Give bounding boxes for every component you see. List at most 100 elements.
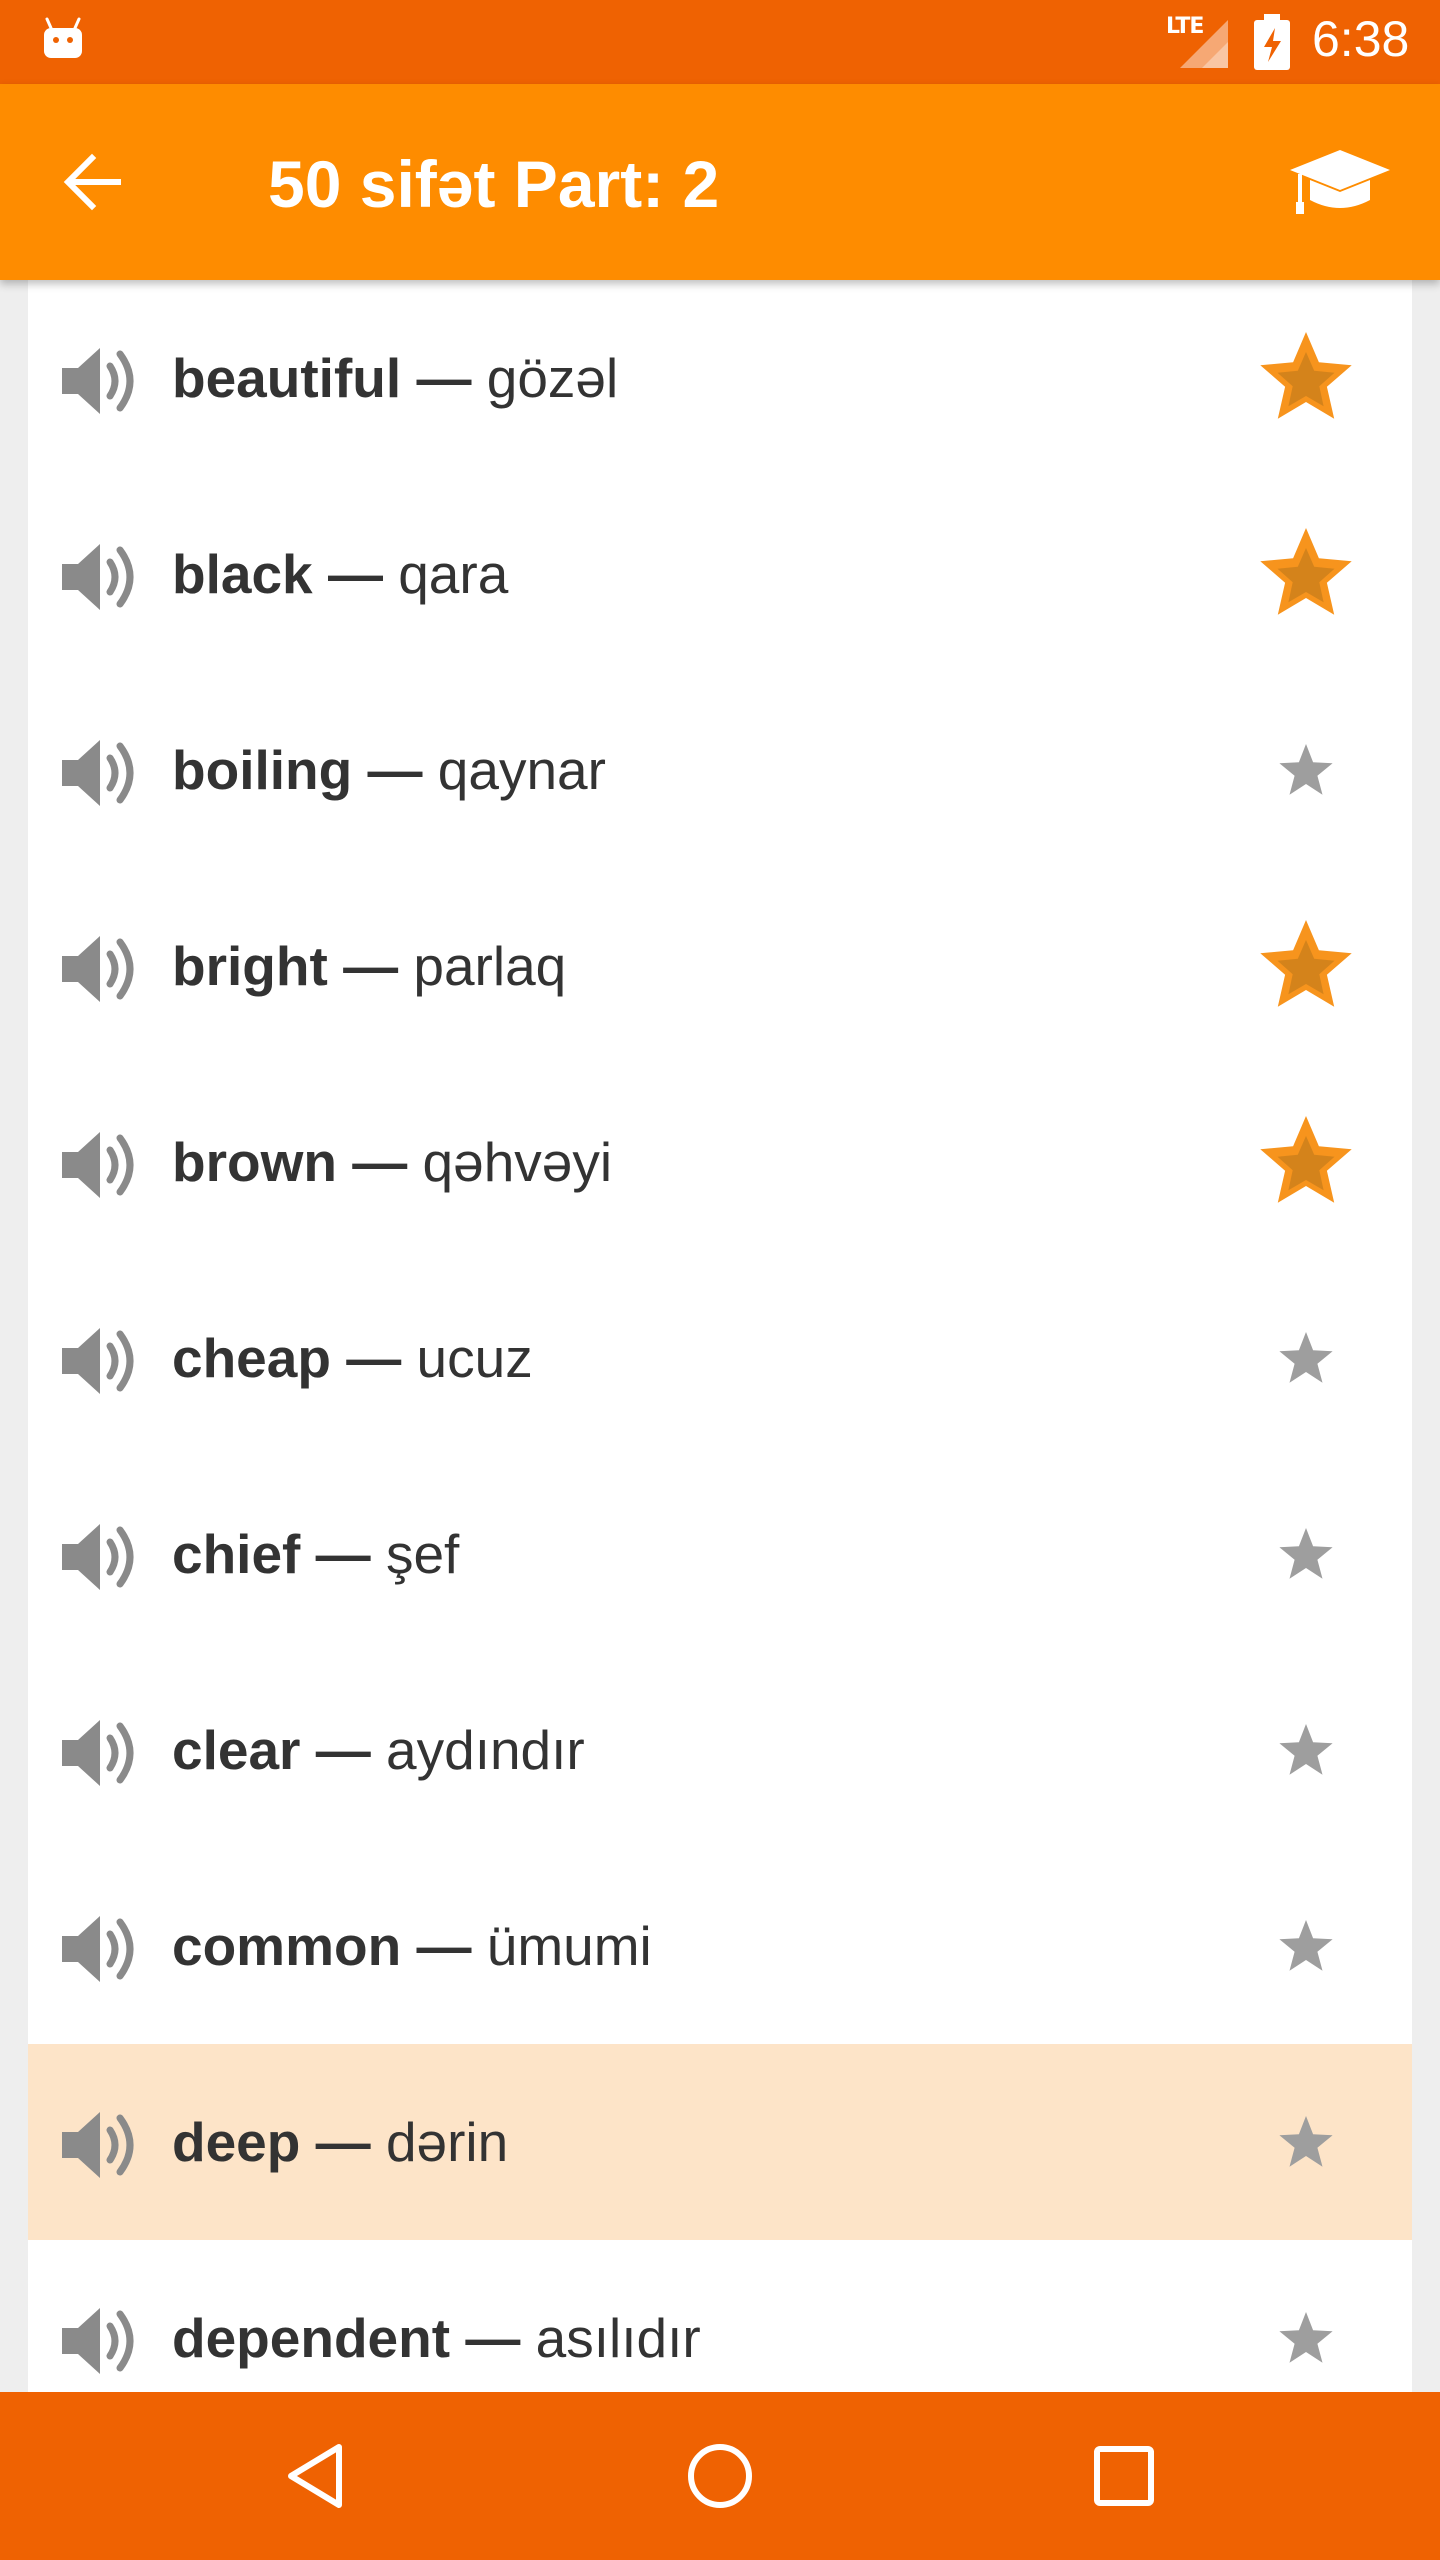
- favorite-button[interactable]: [1256, 2288, 1356, 2388]
- word-separator: —: [315, 1523, 371, 1585]
- word-row[interactable]: chief — şef: [28, 1456, 1412, 1652]
- word-translation: aydındır: [386, 1719, 585, 1781]
- nav-recents-button[interactable]: [1064, 2416, 1184, 2536]
- speaker-icon[interactable]: [56, 2296, 146, 2386]
- word-english: beautiful: [172, 347, 402, 409]
- word-translation: ümumi: [486, 1915, 652, 1977]
- word-row[interactable]: boiling — qaynar: [28, 672, 1412, 868]
- page-title: 50 sifət Part: 2: [268, 147, 720, 221]
- word-translation: parlaq: [413, 935, 567, 997]
- speaker-icon[interactable]: [56, 336, 146, 426]
- favorite-button[interactable]: [1256, 1112, 1356, 1212]
- word-row[interactable]: black — qara: [28, 476, 1412, 672]
- favorite-button[interactable]: [1256, 1896, 1356, 1996]
- graduation-cap-icon: [1290, 150, 1390, 214]
- word-english: common: [172, 1915, 402, 1977]
- word-separator: —: [346, 1327, 402, 1389]
- word-translation: ucuz: [416, 1327, 533, 1389]
- word-english: deep: [172, 2111, 301, 2173]
- speaker-icon[interactable]: [56, 728, 146, 818]
- word-translation: qaynar: [437, 739, 606, 801]
- word-english: bright: [172, 935, 328, 997]
- back-button[interactable]: [44, 134, 140, 230]
- speaker-icon[interactable]: [56, 532, 146, 622]
- favorite-button[interactable]: [1256, 524, 1356, 624]
- star-filled-icon: [1260, 1116, 1352, 1203]
- word-row[interactable]: cheap — ucuz: [28, 1260, 1412, 1456]
- nav-home-circle-icon: [688, 2444, 752, 2508]
- star-outline-icon: [1279, 1724, 1333, 1775]
- star-outline-icon: [1279, 2312, 1333, 2363]
- star-outline-icon: [1279, 744, 1333, 795]
- word-separator: —: [352, 1131, 408, 1193]
- nav-recents-square-icon: [1094, 2446, 1154, 2506]
- word-english: boiling: [172, 739, 353, 801]
- speaker-icon[interactable]: [56, 2100, 146, 2190]
- favorite-button[interactable]: [1256, 1504, 1356, 1604]
- word-row[interactable]: brown — qəhvəyi: [28, 1064, 1412, 1260]
- speaker-icon[interactable]: [56, 924, 146, 1014]
- word-row[interactable]: deep — dərin: [28, 2044, 1412, 2240]
- favorite-button[interactable]: [1256, 916, 1356, 1016]
- word-translation: asılıdır: [535, 2307, 701, 2369]
- speaker-icon[interactable]: [56, 1708, 146, 1798]
- favorite-button[interactable]: [1256, 720, 1356, 820]
- speaker-icon[interactable]: [56, 1120, 146, 1210]
- favorite-button[interactable]: [1256, 2092, 1356, 2192]
- word-english: brown: [172, 1131, 337, 1193]
- star-outline-icon: [1279, 1920, 1333, 1971]
- word-separator: —: [416, 1915, 472, 1977]
- word-translation: qəhvəyi: [422, 1131, 613, 1193]
- word-separator: —: [327, 543, 383, 605]
- word-text: cheap — ucuz: [172, 1260, 533, 1456]
- word-text: black — qara: [172, 476, 508, 672]
- android-debug-icon: [44, 17, 82, 58]
- word-english: clear: [172, 1719, 301, 1781]
- star-filled-icon: [1260, 332, 1352, 419]
- word-row[interactable]: dependent — asılıdır: [28, 2240, 1412, 2392]
- speaker-icon[interactable]: [56, 1904, 146, 1994]
- word-text: beautiful — gözəl: [172, 280, 618, 476]
- learn-button[interactable]: [1280, 134, 1400, 230]
- screen: LTE 6:38 50 sifət Part: 2 beautiful — gö…: [0, 0, 1440, 2560]
- word-text: chief — şef: [172, 1456, 459, 1652]
- favorite-button[interactable]: [1256, 1700, 1356, 1800]
- star-outline-icon: [1279, 1528, 1333, 1579]
- word-translation: gözəl: [486, 347, 619, 409]
- word-separator: —: [315, 1719, 371, 1781]
- word-row[interactable]: bright — parlaq: [28, 868, 1412, 1064]
- nav-home-button[interactable]: [660, 2416, 780, 2536]
- app-bar: 50 sifət Part: 2: [0, 84, 1440, 280]
- battery-charging-icon: [1254, 14, 1290, 70]
- star-outline-icon: [1279, 2116, 1333, 2167]
- word-text: clear — aydındır: [172, 1652, 585, 1848]
- word-separator: —: [315, 2111, 371, 2173]
- word-list: beautiful — gözəl black — qara boiling — q…: [28, 280, 1412, 2392]
- arrow-left-icon: [63, 153, 121, 211]
- status-time: 6:38: [1312, 11, 1410, 67]
- speaker-icon[interactable]: [56, 1512, 146, 1602]
- speaker-icon[interactable]: [56, 1316, 146, 1406]
- favorite-button[interactable]: [1256, 328, 1356, 428]
- favorite-button[interactable]: [1256, 1308, 1356, 1408]
- word-separator: —: [416, 347, 472, 409]
- word-separator: —: [343, 935, 399, 997]
- word-english: chief: [172, 1523, 301, 1585]
- word-separator: —: [367, 739, 423, 801]
- word-separator: —: [465, 2307, 521, 2369]
- word-english: dependent: [172, 2307, 451, 2369]
- star-filled-icon: [1260, 528, 1352, 615]
- word-translation: dərin: [385, 2111, 509, 2173]
- nav-back-button[interactable]: [256, 2416, 376, 2536]
- word-row[interactable]: clear — aydındır: [28, 1652, 1412, 1848]
- word-row[interactable]: common — ümumi: [28, 1848, 1412, 2044]
- word-translation: şef: [385, 1523, 460, 1585]
- word-text: bright — parlaq: [172, 868, 566, 1064]
- star-filled-icon: [1260, 920, 1352, 1007]
- navigation-bar: [0, 2392, 1440, 2560]
- status-bar: LTE 6:38: [0, 0, 1440, 84]
- star-outline-icon: [1279, 1332, 1333, 1383]
- word-english: black: [172, 543, 313, 605]
- nav-back-triangle-icon: [288, 2444, 342, 2508]
- word-row[interactable]: beautiful — gözəl: [28, 280, 1412, 476]
